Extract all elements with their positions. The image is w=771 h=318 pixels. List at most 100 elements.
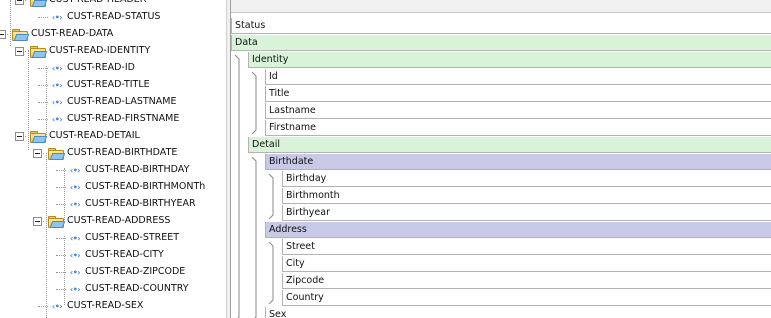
- grid-row-status[interactable]: Status: [231, 18, 771, 34]
- grid-row-firstname[interactable]: Firstname: [265, 120, 771, 136]
- tree-item-cust-read-country[interactable]: ‹•› CUST-READ-COUNTRY: [0, 281, 226, 297]
- birthdate-group-bracket[interactable]: [268, 174, 275, 219]
- grid-row-label: Birthday: [286, 173, 327, 184]
- tree-item-cust-read-city[interactable]: ‹•› CUST-READ-CITY: [0, 247, 226, 263]
- folder-icon: [30, 0, 46, 7]
- address-group-bracket[interactable]: [268, 242, 275, 304]
- tree-guide-line: [28, 50, 29, 150]
- tree-item-label: CUST-READ-STATUS: [67, 11, 161, 22]
- grid-row-data[interactable]: Data: [231, 35, 771, 51]
- grid-row-label: Sex: [269, 309, 287, 318]
- grid-row-zipcode[interactable]: Zipcode: [282, 273, 771, 289]
- tree-item-cust-read-header[interactable]: CUST-READ-HEADER: [0, 0, 226, 8]
- grid-row-label: City: [286, 258, 305, 269]
- tree-item-cust-read-data[interactable]: CUST-READ-DATA: [0, 26, 226, 42]
- grid-row-birthdate[interactable]: Birthdate: [265, 154, 771, 170]
- grid-row-id[interactable]: Id: [265, 69, 771, 85]
- grid-row-label: Title: [269, 88, 290, 99]
- data-grid[interactable]: Status Data Identity Id Title Lastname Firstna…: [231, 0, 771, 318]
- field-icon: ‹•›: [51, 115, 63, 124]
- tree-item-label: CUST-READ-TITLE: [67, 79, 150, 90]
- identity-group-bracket[interactable]: [251, 72, 258, 134]
- grid-row-label: Birthmonth: [286, 190, 340, 201]
- tree-item-cust-read-id[interactable]: ‹•› CUST-READ-ID: [0, 60, 226, 76]
- tree-item-cust-read-firstname[interactable]: ‹•› CUST-READ-FIRSTNAME: [0, 111, 226, 127]
- folder-icon: [48, 148, 64, 160]
- tree-item-cust-read-street[interactable]: ‹•› CUST-READ-STREET: [0, 230, 226, 246]
- tree-item-label: CUST-READ-BIRTHDATE: [67, 147, 178, 158]
- grid-row-address[interactable]: Address: [265, 222, 771, 238]
- grid-row-birthday[interactable]: Birthday: [282, 171, 771, 187]
- field-icon: ‹•›: [69, 268, 81, 277]
- collapse-toggle-icon[interactable]: [15, 132, 24, 141]
- grid-row-birthyear[interactable]: Birthyear: [282, 205, 771, 221]
- tree-guide-line: [10, 0, 11, 46]
- detail-group-bracket[interactable]: [251, 157, 258, 318]
- tree-guide-line: [46, 66, 47, 135]
- field-icon: ‹•›: [51, 98, 63, 107]
- grid-row-identity[interactable]: Identity: [248, 52, 771, 68]
- grid-row-label: Status: [235, 20, 266, 31]
- grid-row-label: Firstname: [269, 122, 316, 133]
- tree-item-label: CUST-READ-STREET: [85, 232, 180, 243]
- tree-item-cust-read-zipcode[interactable]: ‹•› CUST-READ-ZIPCODE: [0, 264, 226, 280]
- tree-item-label: CUST-READ-COUNTRY: [85, 283, 189, 294]
- folder-icon: [30, 131, 46, 143]
- schema-tree[interactable]: CUST-READ-HEADER ‹•› CUST-READ-STATUS CUST-…: [0, 0, 226, 318]
- grid-row-label: Lastname: [269, 105, 316, 116]
- collapse-toggle-icon[interactable]: [33, 149, 42, 158]
- tree-item-label: CUST-READ-BIRTHYEAR: [85, 198, 196, 209]
- field-icon: ‹•›: [69, 166, 81, 175]
- collapse-toggle-icon[interactable]: [0, 30, 6, 39]
- grid-header-bar: [231, 0, 771, 13]
- tree-item-cust-read-birthdate[interactable]: CUST-READ-BIRTHDATE: [0, 145, 226, 161]
- grid-row-sex[interactable]: Sex: [265, 307, 771, 318]
- grid-row-title[interactable]: Title: [265, 86, 771, 102]
- grid-row-label: Detail: [252, 139, 280, 150]
- data-group-bracket[interactable]: [234, 55, 241, 318]
- tree-item-label: CUST-READ-BIRTHDAY: [85, 164, 190, 175]
- grid-row-country[interactable]: Country: [282, 290, 771, 306]
- tree-item-cust-read-identity[interactable]: CUST-READ-IDENTITY: [0, 43, 226, 59]
- folder-icon: [48, 216, 64, 228]
- tree-item-label: CUST-READ-ZIPCODE: [85, 266, 186, 277]
- field-icon: ‹•›: [69, 200, 81, 209]
- collapse-toggle-icon[interactable]: [15, 47, 24, 56]
- folder-icon: [12, 29, 28, 41]
- grid-row-label: Id: [269, 71, 278, 82]
- collapse-toggle-icon[interactable]: [15, 0, 24, 5]
- grid-row-city[interactable]: City: [282, 256, 771, 272]
- tree-guide-line: [64, 168, 65, 220]
- tree-item-cust-read-sex[interactable]: ‹•› CUST-READ-SEX: [0, 298, 226, 314]
- tree-item-cust-read-birthday[interactable]: ‹•› CUST-READ-BIRTHDAY: [0, 162, 226, 178]
- tree-item-cust-read-title[interactable]: ‹•› CUST-READ-TITLE: [0, 77, 226, 93]
- tree-item-cust-read-status[interactable]: ‹•› CUST-READ-STATUS: [0, 9, 226, 25]
- grid-row-street[interactable]: Street: [282, 239, 771, 255]
- field-icon: ‹•›: [51, 13, 63, 22]
- tree-item-label: CUST-READ-ADDRESS: [67, 215, 171, 226]
- field-icon: ‹•›: [69, 285, 81, 294]
- grid-row-label: Data: [235, 37, 258, 48]
- tree-item-label: CUST-READ-SEX: [67, 300, 144, 311]
- field-icon: ‹•›: [51, 64, 63, 73]
- tree-item-label: CUST-READ-BIRTHMONTh: [85, 181, 206, 192]
- tree-item-cust-read-lastname[interactable]: ‹•› CUST-READ-LASTNAME: [0, 94, 226, 110]
- collapse-toggle-icon[interactable]: [33, 217, 42, 226]
- tree-item-label: CUST-READ-DETAIL: [49, 130, 140, 141]
- tree-connector: [38, 17, 48, 18]
- tree-item-label: CUST-READ-IDENTITY: [49, 45, 151, 56]
- grid-row-label: Address: [269, 224, 307, 235]
- grid-row-detail[interactable]: Detail: [248, 137, 771, 153]
- grid-row-lastname[interactable]: Lastname: [265, 103, 771, 119]
- field-icon: ‹•›: [51, 81, 63, 90]
- tree-item-label: CUST-READ-HEADER: [49, 0, 146, 8]
- tree-item-cust-read-address[interactable]: CUST-READ-ADDRESS: [0, 213, 226, 229]
- tree-item-cust-read-detail[interactable]: CUST-READ-DETAIL: [0, 128, 226, 144]
- tree-item-cust-read-birthyear[interactable]: ‹•› CUST-READ-BIRTHYEAR: [0, 196, 226, 212]
- tree-item-cust-read-birthmonth[interactable]: ‹•› CUST-READ-BIRTHMONTh: [0, 179, 226, 195]
- grid-row-label: Identity: [252, 54, 289, 65]
- folder-icon: [30, 46, 46, 58]
- field-icon: ‹•›: [51, 302, 63, 311]
- grid-row-birthmonth[interactable]: Birthmonth: [282, 188, 771, 204]
- grid-row-label: Country: [286, 292, 324, 303]
